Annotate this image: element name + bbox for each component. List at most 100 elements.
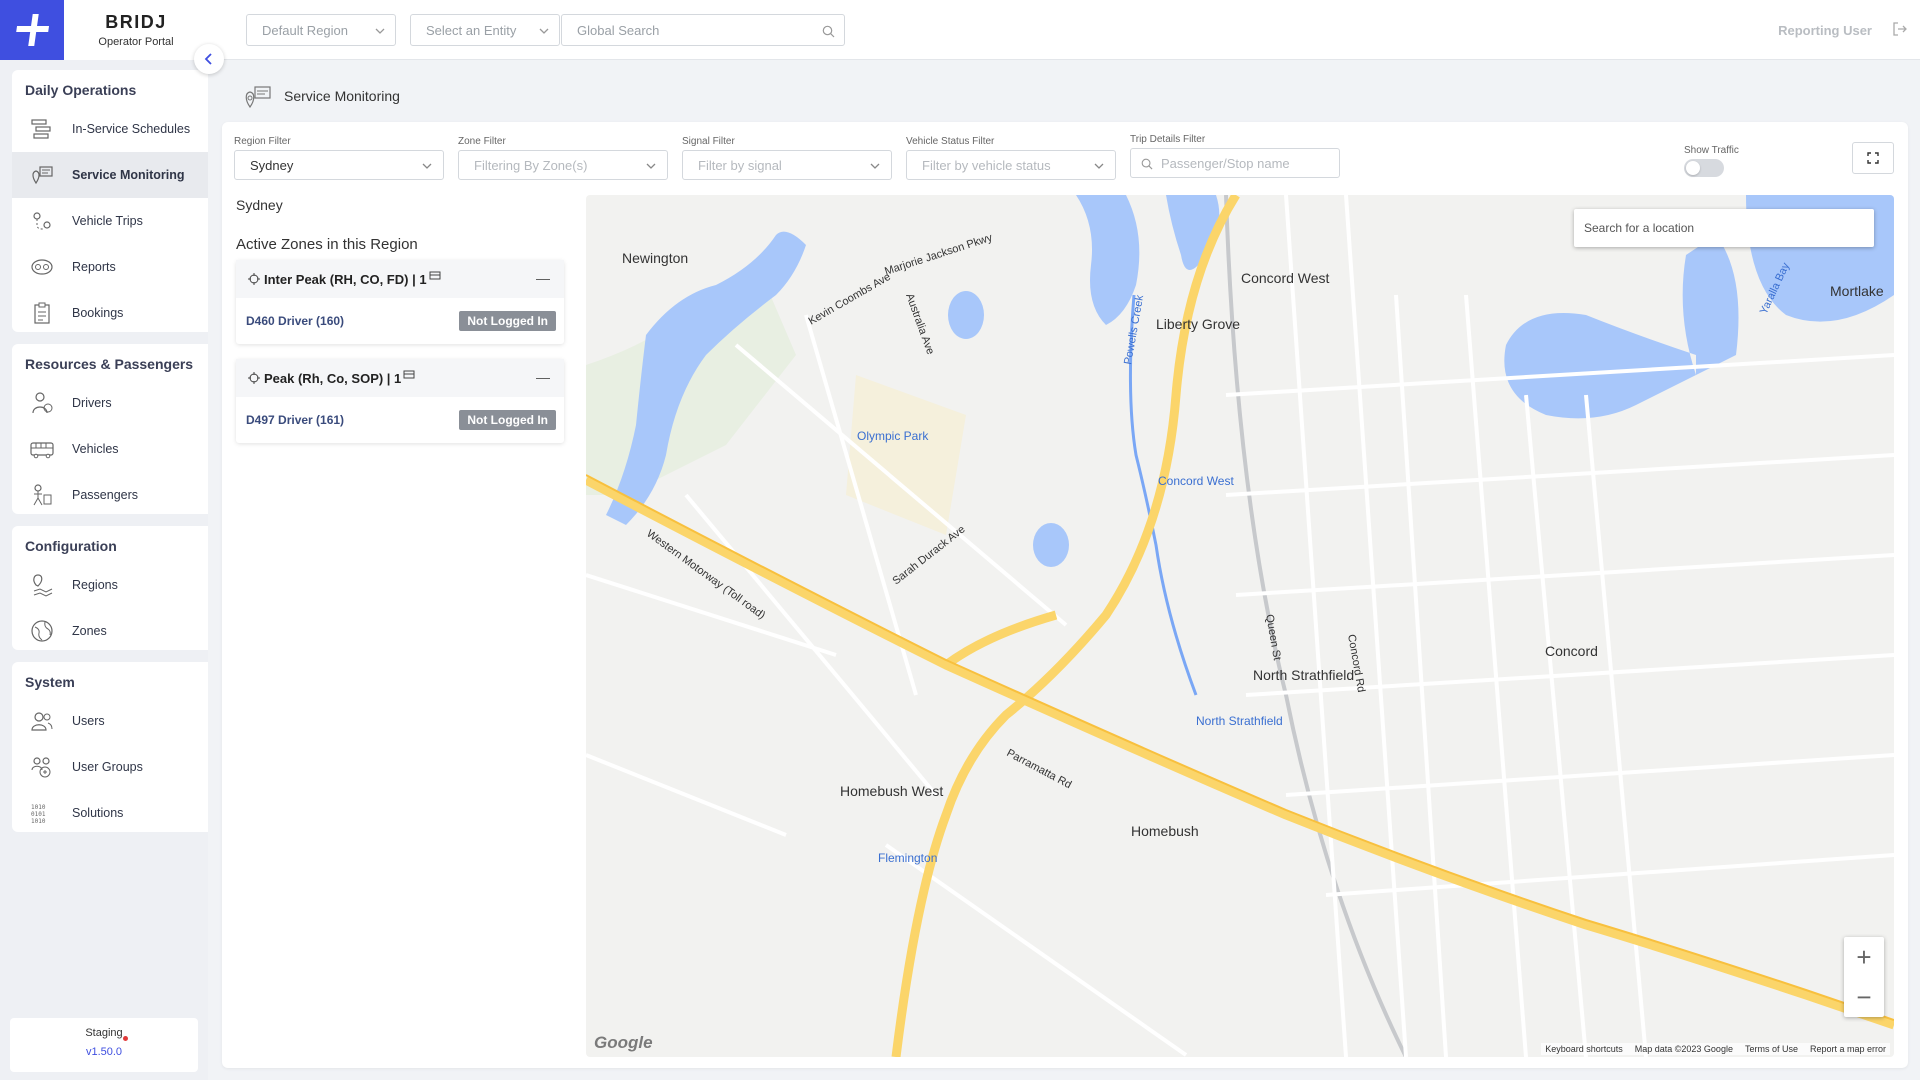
- road-label: Kevin Coombs Ave: [807, 271, 893, 328]
- fullscreen-icon: [1867, 152, 1879, 164]
- sidebar: BRIDJ Operator Portal Daily Operations I…: [0, 0, 224, 1080]
- sidebar-item-label: Regions: [72, 578, 118, 592]
- sidebar-item-zones[interactable]: Zones: [12, 608, 208, 654]
- poi-label: North Strathfield: [1196, 714, 1283, 728]
- region-icon: [29, 572, 55, 598]
- driver-link[interactable]: D497 Driver (161): [246, 413, 344, 427]
- zone-card-header[interactable]: Inter Peak (RH, CO, FD) | 1 —: [236, 260, 564, 298]
- logout-button[interactable]: [1892, 21, 1908, 40]
- sidebar-item-regions[interactable]: Regions: [12, 562, 208, 608]
- page-header: Service Monitoring: [222, 72, 400, 120]
- sidebar-item-label: Service Monitoring: [72, 168, 185, 182]
- zoom-in-button[interactable]: +: [1844, 937, 1884, 977]
- map-canvas[interactable]: Newington Concord West Liberty Grove Mor…: [586, 195, 1894, 1057]
- zone-card: Inter Peak (RH, CO, FD) | 1 — D460 Drive…: [236, 260, 564, 344]
- sidebar-item-in-service-schedules[interactable]: In-Service Schedules: [12, 106, 208, 152]
- poi-label: Concord West: [1158, 474, 1234, 488]
- signal-filter-select[interactable]: Filter by signal: [682, 150, 892, 180]
- major-roads-outline: [586, 474, 1894, 1021]
- vehicle-status-filter-select[interactable]: Filter by vehicle status: [906, 150, 1116, 180]
- keyboard-shortcuts-link[interactable]: Keyboard shortcuts: [1545, 1044, 1623, 1054]
- map-label: Mortlake: [1830, 283, 1884, 299]
- current-user[interactable]: Reporting User: [1778, 23, 1872, 38]
- entity-select[interactable]: Select an Entity: [410, 14, 560, 46]
- signal-filter: Signal Filter Filter by signal: [682, 136, 892, 180]
- chevron-down-icon: [646, 163, 656, 169]
- sidebar-item-bookings[interactable]: Bookings: [12, 290, 208, 336]
- zone-driver-row: D497 Driver (161) Not Logged In: [236, 397, 564, 443]
- sidebar-item-user-groups[interactable]: User Groups: [12, 744, 208, 790]
- zone-name: Peak (Rh, Co, SOP) | 1: [264, 370, 402, 386]
- brand-subtitle: Operator Portal: [98, 36, 174, 48]
- collapse-zone-button[interactable]: —: [536, 369, 550, 385]
- globe-icon: [29, 618, 55, 644]
- nav-group-title: System: [25, 674, 75, 690]
- chevron-down-icon: [375, 28, 385, 34]
- terms-of-use-link[interactable]: Terms of Use: [1745, 1044, 1798, 1054]
- sidebar-item-users[interactable]: Users: [12, 698, 208, 744]
- zone-filter: Zone Filter Filtering By Zone(s): [458, 136, 668, 180]
- status-badge: Not Logged In: [459, 410, 556, 430]
- sidebar-item-label: Vehicles: [72, 442, 119, 456]
- sidebar-item-label: Users: [72, 714, 105, 728]
- nav-group-system: System Users User Groups 1010 0101 1010 So…: [12, 662, 208, 832]
- sidebar-item-passengers[interactable]: Passengers: [12, 472, 208, 518]
- logout-icon: [1893, 22, 1907, 36]
- zone-name: Inter Peak (RH, CO, FD) | 1: [264, 271, 427, 287]
- filter-label: Show Traffic: [1684, 145, 1739, 156]
- sidebar-item-reports[interactable]: Reports: [12, 244, 208, 290]
- sidebar-item-service-monitoring[interactable]: Service Monitoring: [12, 152, 208, 198]
- map-view[interactable]: Newington Concord West Liberty Grove Mor…: [586, 195, 1894, 1057]
- map-location-search[interactable]: Search for a location: [1574, 209, 1874, 247]
- bay-water: [1076, 195, 1140, 325]
- brand-header: BRIDJ Operator Portal: [0, 0, 208, 60]
- driver-icon: [29, 390, 55, 416]
- collapse-zone-button[interactable]: —: [536, 270, 550, 286]
- zone-card-header[interactable]: Peak (Rh, Co, SOP) | 1 —: [236, 359, 564, 397]
- sidebar-item-label: User Groups: [72, 760, 143, 774]
- nav-group-title: Daily Operations: [25, 82, 137, 98]
- driver-link[interactable]: D460 Driver (160): [246, 314, 344, 328]
- plus-logo-icon: [16, 14, 50, 46]
- poi-label: Flemington: [878, 851, 937, 865]
- bus-icon: [403, 370, 415, 379]
- sidebar-item-solutions[interactable]: 1010 0101 1010 Solutions: [12, 790, 208, 836]
- map-zoom-controls: + −: [1844, 937, 1884, 1017]
- map-label: Concord West: [1241, 270, 1330, 286]
- collapse-sidebar-button[interactable]: [194, 44, 224, 74]
- bridj-logo[interactable]: [0, 0, 64, 60]
- trip-details-input[interactable]: Passenger/Stop name: [1130, 148, 1340, 178]
- page-title: Service Monitoring: [284, 88, 400, 104]
- zone-driver-row: D460 Driver (160) Not Logged In: [236, 298, 564, 344]
- vehicle-status-filter: Vehicle Status Filter Filter by vehicle …: [906, 136, 1116, 180]
- users-icon: [29, 708, 55, 734]
- zoom-out-button[interactable]: −: [1844, 977, 1884, 1017]
- map-label: Homebush: [1131, 823, 1199, 839]
- sidebar-item-vehicles[interactable]: Vehicles: [12, 426, 208, 472]
- active-zones-title: Active Zones in this Region: [236, 236, 418, 253]
- region-filter-select[interactable]: Sydney: [234, 150, 444, 180]
- monitoring-icon: [29, 162, 55, 188]
- environment-name: Staging: [85, 1027, 128, 1041]
- chevron-down-icon: [422, 163, 432, 169]
- fullscreen-button[interactable]: [1852, 142, 1894, 174]
- global-search-input[interactable]: Global Search: [561, 14, 845, 46]
- default-region-select[interactable]: Default Region: [246, 14, 396, 46]
- road-label: Australia Ave: [903, 292, 936, 356]
- search-icon: [822, 25, 835, 38]
- sidebar-item-drivers[interactable]: Drivers: [12, 380, 208, 426]
- show-traffic-toggle[interactable]: Show Traffic: [1684, 145, 1739, 177]
- map-data-attribution: Map data ©2023 Google: [1634, 1044, 1733, 1054]
- nav-group-daily-operations: Daily Operations In-Service Schedules Se…: [12, 70, 208, 332]
- chevron-down-icon: [539, 28, 549, 34]
- map-label: Homebush West: [840, 783, 943, 799]
- map-label: North Strathfield: [1253, 667, 1354, 683]
- report-map-error-link[interactable]: Report a map error: [1810, 1044, 1886, 1054]
- zone-card: Peak (Rh, Co, SOP) | 1 — D497 Driver (16…: [236, 359, 564, 443]
- zone-filter-select[interactable]: Filtering By Zone(s): [458, 150, 668, 180]
- poi-label: Olympic Park: [857, 429, 929, 443]
- toggle-track[interactable]: [1684, 159, 1724, 177]
- bus-icon: [29, 436, 55, 462]
- map-label: Liberty Grove: [1156, 316, 1240, 332]
- sidebar-item-vehicle-trips[interactable]: Vehicle Trips: [12, 198, 208, 244]
